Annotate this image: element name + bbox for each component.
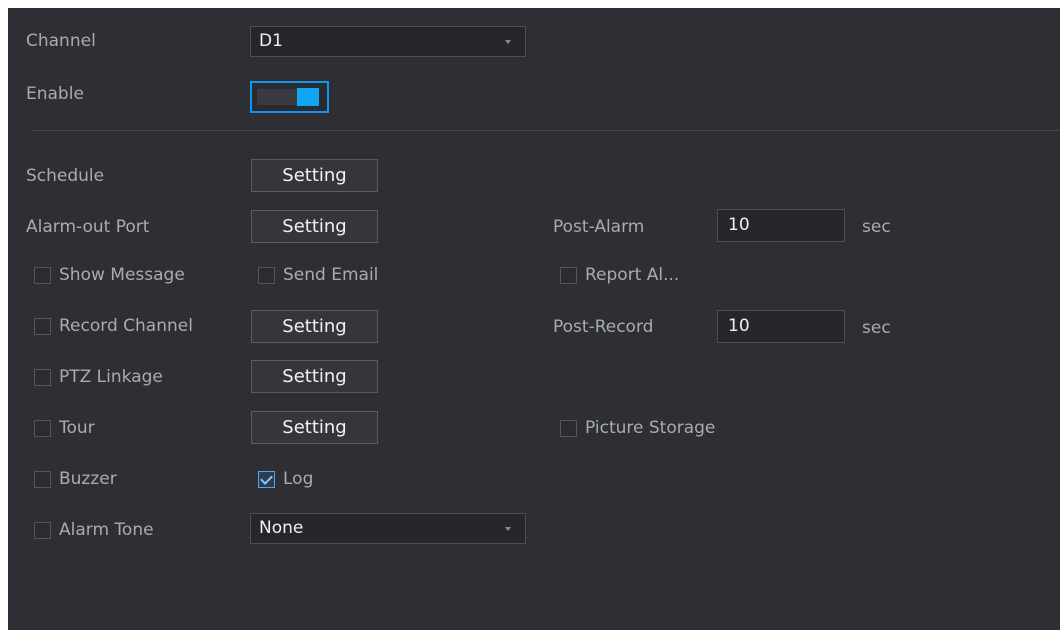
tour-checkbox[interactable] — [34, 419, 51, 437]
log-checkbox[interactable] — [258, 470, 275, 488]
show-message-label: Show Message — [59, 265, 185, 285]
buzzer-label: Buzzer — [59, 469, 117, 489]
post-alarm-unit: sec — [862, 217, 891, 237]
post-alarm-label: Post-Alarm — [553, 217, 645, 237]
chevron-down-icon — [505, 40, 511, 44]
schedule-setting-button[interactable]: Setting — [251, 159, 378, 192]
post-record-unit: sec — [862, 318, 891, 338]
enable-label: Enable — [26, 84, 84, 104]
tour-label: Tour — [59, 418, 95, 438]
alarm-out-setting-button[interactable]: Setting — [251, 210, 378, 243]
alarm-tone-value: None — [259, 518, 304, 538]
alarm-settings-panel: Channel D1 Enable Schedule Setting Alarm… — [8, 8, 1060, 630]
channel-label: Channel — [26, 31, 96, 51]
alarm-tone-dropdown[interactable]: None — [250, 513, 526, 544]
chevron-down-icon — [505, 527, 511, 531]
record-channel-option[interactable]: Record Channel — [34, 314, 193, 338]
picture-storage-option[interactable]: Picture Storage — [560, 416, 715, 440]
tour-option[interactable]: Tour — [34, 416, 95, 440]
post-alarm-input[interactable]: 10 — [717, 209, 845, 242]
show-message-option[interactable]: Show Message — [34, 263, 185, 287]
alarm-tone-label: Alarm Tone — [59, 520, 154, 540]
channel-dropdown[interactable]: D1 — [250, 26, 526, 57]
send-email-checkbox[interactable] — [258, 266, 275, 284]
post-record-label: Post-Record — [553, 317, 654, 337]
picture-storage-checkbox[interactable] — [560, 419, 577, 437]
ptz-linkage-setting-button[interactable]: Setting — [251, 360, 378, 393]
toggle-track — [257, 89, 297, 105]
record-channel-setting-button[interactable]: Setting — [251, 310, 378, 343]
send-email-option[interactable]: Send Email — [258, 263, 378, 287]
log-option[interactable]: Log — [258, 467, 313, 491]
show-message-checkbox[interactable] — [34, 266, 51, 284]
ptz-linkage-checkbox[interactable] — [34, 368, 51, 386]
alarm-tone-option[interactable]: Alarm Tone — [34, 518, 154, 542]
ptz-linkage-label: PTZ Linkage — [59, 367, 163, 387]
ptz-linkage-option[interactable]: PTZ Linkage — [34, 365, 163, 389]
send-email-label: Send Email — [283, 265, 379, 285]
divider — [32, 130, 1060, 131]
tour-setting-button[interactable]: Setting — [251, 411, 378, 444]
log-label: Log — [283, 469, 314, 489]
buzzer-checkbox[interactable] — [34, 470, 51, 488]
post-record-input[interactable]: 10 — [717, 310, 845, 343]
schedule-label: Schedule — [26, 166, 105, 186]
report-alarm-checkbox[interactable] — [560, 266, 577, 284]
alarm-tone-checkbox[interactable] — [34, 521, 51, 539]
picture-storage-label: Picture Storage — [585, 418, 716, 438]
channel-value: D1 — [259, 31, 283, 51]
alarm-out-port-label: Alarm-out Port — [26, 217, 150, 237]
record-channel-label: Record Channel — [59, 316, 193, 336]
buzzer-option[interactable]: Buzzer — [34, 467, 117, 491]
report-alarm-option[interactable]: Report Al... — [560, 263, 679, 287]
toggle-knob — [297, 88, 319, 106]
enable-toggle[interactable] — [250, 81, 329, 113]
report-alarm-label: Report Al... — [585, 265, 680, 285]
record-channel-checkbox[interactable] — [34, 317, 51, 335]
